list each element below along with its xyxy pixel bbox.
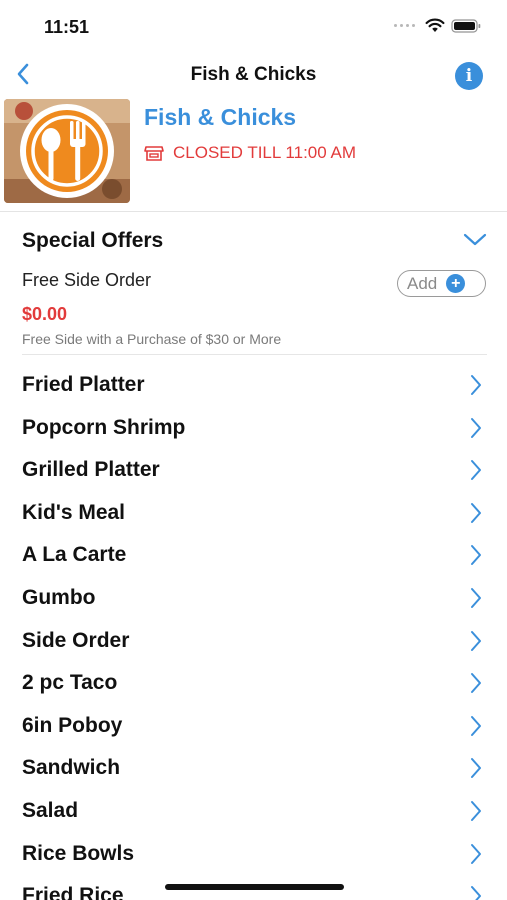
category-label: Popcorn Shrimp bbox=[22, 415, 186, 439]
store-status-text: CLOSED TILL 11:00 AM bbox=[173, 143, 356, 162]
home-indicator[interactable] bbox=[165, 884, 344, 890]
battery-icon bbox=[451, 18, 481, 33]
chevron-right-icon bbox=[471, 460, 481, 481]
offer-price: $0.00 bbox=[22, 304, 68, 324]
chevron-right-icon bbox=[471, 375, 481, 395]
storefront-icon bbox=[144, 146, 164, 161]
special-offers-title: Special Offers bbox=[22, 229, 164, 252]
category-row-kids-meal[interactable]: Kid's Meal bbox=[0, 493, 507, 536]
chevron-right-icon bbox=[471, 800, 481, 821]
divider bbox=[22, 354, 487, 355]
status-bar: 11:51 bbox=[0, 0, 507, 52]
category-label: Salad bbox=[22, 798, 79, 822]
category-row-fried-platter[interactable]: Fried Platter bbox=[0, 365, 507, 408]
chevron-right-icon bbox=[471, 886, 481, 900]
status-icons bbox=[394, 18, 481, 33]
page-title: Fish & Chicks bbox=[190, 64, 317, 85]
category-label: Fried Platter bbox=[22, 373, 145, 396]
status-time: 11:51 bbox=[44, 17, 90, 37]
category-row-salad[interactable]: Salad bbox=[0, 791, 507, 834]
category-row-grilled-platter[interactable]: Grilled Platter bbox=[0, 450, 507, 493]
plus-icon: + bbox=[446, 274, 466, 293]
chevron-right-icon bbox=[471, 843, 481, 864]
chevron-right-icon bbox=[471, 715, 481, 736]
chevron-right-icon bbox=[471, 758, 481, 779]
category-row-2pc-taco[interactable]: 2 pc Taco bbox=[0, 663, 507, 706]
nav-bar: Fish & Chicks i bbox=[0, 52, 507, 96]
category-label: Sandwich bbox=[22, 756, 121, 780]
store-header: Fish & Chicks CLOSED TILL 11:00 AM bbox=[0, 96, 507, 212]
info-button[interactable]: i bbox=[455, 62, 483, 90]
category-row-a-la-carte[interactable]: A La Carte bbox=[0, 535, 507, 578]
category-label: Gumbo bbox=[22, 585, 96, 609]
add-button-label: Add bbox=[407, 273, 438, 293]
category-label: Kid's Meal bbox=[22, 500, 126, 524]
category-row-sandwich[interactable]: Sandwich bbox=[0, 748, 507, 791]
chevron-right-icon bbox=[471, 630, 481, 651]
category-label: Side Order bbox=[22, 628, 130, 652]
store-name: Fish & Chicks bbox=[144, 104, 297, 130]
category-row-6in-poboy[interactable]: 6in Poboy bbox=[0, 706, 507, 749]
category-list: Fried Platter Popcorn Shrimp Grilled Pla… bbox=[0, 365, 507, 900]
chevron-right-icon bbox=[471, 587, 481, 608]
chevron-right-icon bbox=[471, 545, 481, 566]
category-label: 2 pc Taco bbox=[22, 671, 118, 695]
special-offers-header[interactable]: Special Offers bbox=[0, 212, 507, 264]
wifi-icon bbox=[425, 18, 445, 32]
chevron-right-icon bbox=[471, 417, 481, 438]
offer-item: Free Side Order Add + $0.00 Free Side wi… bbox=[0, 262, 507, 355]
category-label: Rice Bowls bbox=[22, 841, 135, 865]
signal-icon bbox=[394, 24, 415, 27]
chevron-right-icon bbox=[471, 673, 481, 694]
category-label: Grilled Platter bbox=[22, 458, 160, 482]
category-label: 6in Poboy bbox=[22, 713, 123, 737]
category-row-side-order[interactable]: Side Order bbox=[0, 621, 507, 664]
store-status: CLOSED TILL 11:00 AM bbox=[144, 143, 356, 163]
category-row-rice-bowls[interactable]: Rice Bowls bbox=[0, 834, 507, 877]
offer-name: Free Side Order bbox=[22, 270, 152, 290]
category-label: A La Carte bbox=[22, 543, 127, 567]
category-label: Fried Rice bbox=[22, 884, 124, 900]
offer-description: Free Side with a Purchase of $30 or More bbox=[22, 331, 282, 347]
store-logo bbox=[4, 99, 130, 203]
chevron-right-icon bbox=[471, 502, 481, 523]
category-row-gumbo[interactable]: Gumbo bbox=[0, 578, 507, 621]
info-icon: i bbox=[465, 66, 473, 86]
category-row-popcorn-shrimp[interactable]: Popcorn Shrimp bbox=[0, 408, 507, 451]
chevron-down-icon bbox=[463, 233, 487, 246]
add-button[interactable]: Add + bbox=[397, 270, 486, 297]
